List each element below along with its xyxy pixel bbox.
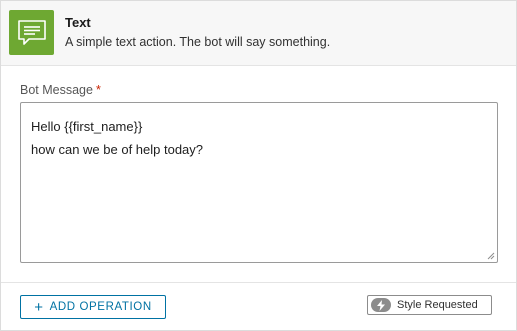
resize-handle-icon[interactable] [487, 252, 495, 260]
footer-divider [1, 282, 516, 283]
add-operation-label: ADD OPERATION [49, 301, 152, 313]
bot-message-line-2: how can we be of help today? [31, 142, 204, 157]
speech-bubble-text-icon [9, 10, 54, 55]
bot-message-label: Bot Message * [20, 83, 101, 97]
bot-message-label-text: Bot Message [20, 83, 93, 97]
style-requested-button[interactable]: Style Requested [367, 295, 492, 315]
action-title: Text [65, 15, 91, 30]
action-description: A simple text action. The bot will say s… [65, 35, 331, 49]
add-operation-button[interactable]: + ADD OPERATION [20, 295, 166, 319]
style-requested-label: Style Requested [397, 299, 478, 311]
lightning-bolt-icon [371, 298, 391, 312]
plus-icon: + [34, 298, 44, 316]
text-action-panel: Text A simple text action. The bot will … [0, 0, 517, 331]
bot-message-line-1: Hello {{first_name}} [31, 119, 143, 134]
bot-message-textarea[interactable]: Hello {{first_name}} how can we be of he… [20, 102, 498, 263]
action-header: Text A simple text action. The bot will … [1, 1, 516, 66]
required-indicator: * [95, 83, 101, 97]
